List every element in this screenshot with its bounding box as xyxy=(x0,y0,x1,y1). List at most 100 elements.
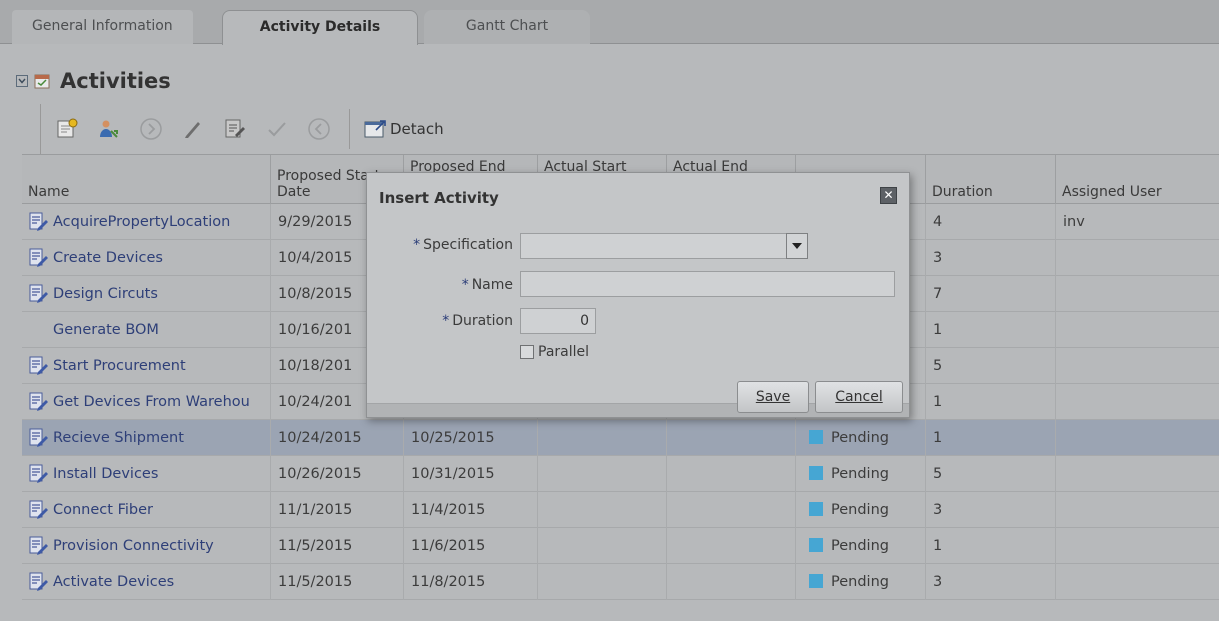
cell-status: Pending xyxy=(796,564,926,600)
cell-assigned-user xyxy=(1056,240,1219,276)
cell-proposed-end: 11/8/2015 xyxy=(404,564,538,600)
table-row[interactable]: Connect Fiber 11/1/2015 11/4/2015 Pendin… xyxy=(22,492,1219,528)
detach-button[interactable]: Detach xyxy=(364,119,444,139)
approve-button[interactable] xyxy=(261,113,293,145)
forward-button[interactable] xyxy=(135,113,167,145)
activity-icon xyxy=(29,212,48,231)
activity-icon xyxy=(29,428,48,447)
tab-activity-details[interactable]: Activity Details xyxy=(222,10,418,45)
close-icon[interactable]: ✕ xyxy=(880,187,897,204)
cell-assigned-user xyxy=(1056,564,1219,600)
cell-status: Pending xyxy=(796,420,926,456)
status-indicator-icon xyxy=(809,538,823,552)
cell-assigned-user xyxy=(1056,276,1219,312)
cell-duration: 7 xyxy=(926,276,1056,312)
activity-name: Activate Devices xyxy=(53,574,175,590)
column-header-duration[interactable]: Duration xyxy=(926,155,1056,204)
status-indicator-icon xyxy=(809,574,823,588)
new-activity-button[interactable] xyxy=(51,113,83,145)
activity-icon xyxy=(29,572,48,591)
status-text: Pending xyxy=(831,430,889,446)
status-indicator-icon xyxy=(809,430,823,444)
status-text: Pending xyxy=(831,574,889,590)
activity-name: Provision Connectivity xyxy=(53,538,214,554)
cell-duration: 5 xyxy=(926,348,1056,384)
cell-duration: 1 xyxy=(926,528,1056,564)
cell-name: AcquirePropertyLocation xyxy=(22,204,271,240)
activities-section-header: Activities xyxy=(16,66,171,96)
cell-name: Generate BOM xyxy=(22,312,271,348)
cell-actual-start xyxy=(538,564,667,600)
cell-name: Install Devices xyxy=(22,456,271,492)
tab-general-information[interactable]: General Information xyxy=(12,10,193,44)
calendar-icon xyxy=(34,73,50,89)
circle-arrow-right-icon xyxy=(140,118,162,140)
cell-name: Provision Connectivity xyxy=(22,528,271,564)
table-row[interactable]: Provision Connectivity 11/5/2015 11/6/20… xyxy=(22,528,1219,564)
tab-gantt-chart[interactable]: Gantt Chart xyxy=(424,10,590,44)
table-row[interactable]: Install Devices 10/26/2015 10/31/2015 Pe… xyxy=(22,456,1219,492)
pencil-icon xyxy=(185,122,200,138)
activity-name: AcquirePropertyLocation xyxy=(53,214,231,230)
cell-name: Start Procurement xyxy=(22,348,271,384)
new-document-icon xyxy=(57,118,78,138)
collapse-icon[interactable] xyxy=(16,75,28,87)
table-row[interactable]: Recieve Shipment 10/24/2015 10/25/2015 P… xyxy=(22,420,1219,456)
cell-proposed-start: 11/5/2015 xyxy=(271,564,404,600)
activity-name: Recieve Shipment xyxy=(53,430,184,446)
duration-field[interactable]: 0 xyxy=(520,308,596,334)
chevron-down-icon[interactable] xyxy=(786,233,808,259)
duration-label: * Duration xyxy=(442,313,513,329)
detach-label: Detach xyxy=(390,120,444,138)
cell-proposed-end: 10/25/2015 xyxy=(404,420,538,456)
edit-button[interactable] xyxy=(177,113,209,145)
activity-icon xyxy=(29,500,48,519)
cell-assigned-user xyxy=(1056,456,1219,492)
activity-icon xyxy=(29,284,48,303)
toolbar-separator xyxy=(349,109,350,149)
status-indicator-icon xyxy=(809,466,823,480)
tab-bar: General Information Gantt Chart Activity… xyxy=(0,0,1219,45)
cancel-button[interactable]: Cancel xyxy=(815,381,903,413)
cell-name: Get Devices From Warehou xyxy=(22,384,271,420)
activity-name: Start Procurement xyxy=(53,358,186,374)
activity-name: Generate BOM xyxy=(53,322,159,338)
cell-assigned-user xyxy=(1056,312,1219,348)
cell-proposed-end: 11/4/2015 xyxy=(404,492,538,528)
column-header-assigned-user[interactable]: Assigned User xyxy=(1056,155,1219,204)
cell-assigned-user xyxy=(1056,528,1219,564)
activity-name: Connect Fiber xyxy=(53,502,153,518)
cell-status: Pending xyxy=(796,528,926,564)
cell-actual-end xyxy=(667,528,796,564)
cell-name: Activate Devices xyxy=(22,564,271,600)
task-button[interactable] xyxy=(219,113,251,145)
cell-proposed-end: 11/6/2015 xyxy=(404,528,538,564)
cell-duration: 1 xyxy=(926,384,1056,420)
save-button[interactable]: Save xyxy=(737,381,809,413)
cell-proposed-end: 10/31/2015 xyxy=(404,456,538,492)
cell-assigned-user: inv xyxy=(1063,214,1085,230)
cell-duration: 1 xyxy=(926,312,1056,348)
activity-icon xyxy=(29,536,48,555)
specification-select[interactable] xyxy=(520,233,808,259)
dialog-title: Insert Activity xyxy=(379,189,499,207)
table-row[interactable]: Activate Devices 11/5/2015 11/8/2015 Pen… xyxy=(22,564,1219,600)
activity-name: Create Devices xyxy=(53,250,163,266)
assign-user-button[interactable] xyxy=(93,113,125,145)
cell-status: Pending xyxy=(796,492,926,528)
cell-status: Pending xyxy=(796,456,926,492)
column-header-name[interactable]: Name xyxy=(0,155,271,204)
cell-name: Create Devices xyxy=(22,240,271,276)
activity-icon xyxy=(29,248,48,267)
cell-duration: 1 xyxy=(926,420,1056,456)
cell-actual-end xyxy=(667,456,796,492)
back-button[interactable] xyxy=(303,113,335,145)
activity-name: Design Circuts xyxy=(53,286,158,302)
parallel-checkbox[interactable] xyxy=(520,345,534,359)
parallel-label: Parallel xyxy=(538,344,590,360)
cell-proposed-start: 11/1/2015 xyxy=(271,492,404,528)
cell-name: Design Circuts xyxy=(22,276,271,312)
activities-toolbar: Detach xyxy=(40,104,490,154)
name-field[interactable] xyxy=(520,271,895,297)
cell-duration: 3 xyxy=(926,492,1056,528)
